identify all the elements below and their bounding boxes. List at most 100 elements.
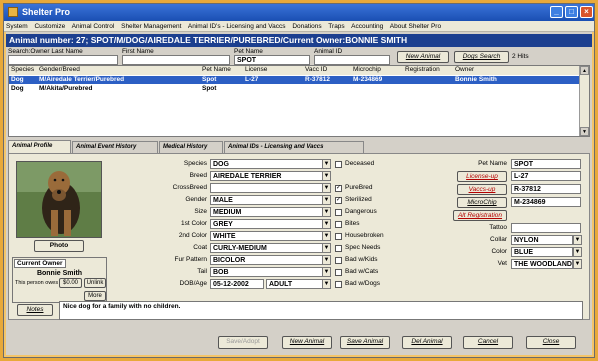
table-row[interactable]: Dog M/Airedale Terrier/Purebred Spot L-2… (9, 76, 579, 84)
vet-dropdown-icon[interactable]: ▼ (573, 259, 582, 269)
first-name-input[interactable] (122, 55, 230, 65)
maximize-button[interactable]: □ (565, 6, 578, 18)
collar-color-label: Color (491, 248, 507, 255)
housebroken-checkbox[interactable] (335, 233, 342, 240)
deceased-checkbox[interactable] (335, 161, 342, 168)
license-up-button[interactable]: License-up (457, 171, 507, 182)
sterilized-checkbox[interactable]: ✓ (335, 197, 342, 204)
menu-donations[interactable]: Donations (292, 23, 321, 30)
gender-dropdown-icon[interactable]: ▼ (322, 195, 331, 205)
color2-select[interactable]: WHITE (210, 231, 323, 241)
breed-dropdown-icon[interactable]: ▼ (322, 171, 331, 181)
breed-select[interactable]: AIREDALE TERRIER (210, 171, 323, 181)
menu-system[interactable]: System (6, 23, 28, 30)
dogs-search-button[interactable]: Dogs Search (454, 51, 509, 63)
species-dropdown-icon[interactable]: ▼ (322, 159, 331, 169)
crossbreed-dropdown-icon[interactable]: ▼ (322, 183, 331, 193)
tail-select[interactable]: BOB (210, 267, 323, 277)
cell-species: Dog (11, 76, 24, 83)
dob-age-label: DOB/Age (179, 280, 207, 287)
alt-registration-button[interactable]: Alt Registration (453, 210, 507, 221)
cell-gender-breed: M/Airedale Terrier/Purebred (39, 76, 125, 83)
owes-amount-button[interactable]: $0.00 (59, 278, 82, 288)
color2-dropdown-icon[interactable]: ▼ (322, 231, 331, 241)
photo-button[interactable]: Photo (34, 240, 84, 252)
collar-color-dropdown-icon[interactable]: ▼ (573, 247, 582, 257)
purebred-checkbox[interactable]: ✓ (335, 185, 342, 192)
tab-animal-event-history[interactable]: Animal Event History (72, 141, 158, 153)
owner-more-button[interactable]: More (84, 291, 106, 301)
scroll-down-icon[interactable]: ▼ (580, 127, 589, 136)
fur-pattern-select[interactable]: BICOLOR (210, 255, 323, 265)
pet-name-search-input[interactable]: SPOT (234, 55, 310, 65)
dob-input[interactable]: 05-12-2002 (210, 279, 264, 289)
vet-select[interactable]: THE WOODLANDS VE (511, 259, 573, 269)
owes-label: This person owes us (15, 280, 66, 286)
tab-medical-history[interactable]: Medical History (159, 141, 223, 153)
vaccs-up-button[interactable]: Vaccs-up (457, 184, 507, 195)
bites-checkbox[interactable] (335, 221, 342, 228)
spec-needs-checkbox[interactable] (335, 245, 342, 252)
menu-shelter-management[interactable]: Shelter Management (121, 23, 181, 30)
owner-last-name-input[interactable] (8, 55, 118, 65)
color1-select[interactable]: GREY (210, 219, 323, 229)
owner-name: Bonnie Smith (36, 270, 83, 277)
animal-id-input[interactable] (314, 55, 390, 65)
collar-color-select[interactable]: BLUE (511, 247, 573, 257)
minimize-button[interactable]: _ (550, 6, 563, 18)
results-scrollbar[interactable]: ▲ ▼ (579, 66, 589, 136)
menu-traps[interactable]: Traps (328, 23, 344, 30)
bad-w-cats-checkbox[interactable] (335, 269, 342, 276)
notes-textarea[interactable]: Nice dog for a family with no children. (59, 301, 583, 320)
table-row[interactable]: Dog M/Akita/Purebred Spot (9, 85, 579, 93)
age-dropdown-icon[interactable]: ▼ (322, 279, 331, 289)
collar-dropdown-icon[interactable]: ▼ (573, 235, 582, 245)
fur-pattern-dropdown-icon[interactable]: ▼ (322, 255, 331, 265)
cancel-button[interactable]: Cancel (463, 336, 513, 349)
menu-customize[interactable]: Customize (34, 23, 65, 30)
del-animal-button[interactable]: Del Animal (402, 336, 452, 349)
microchip-input[interactable]: M-234869 (511, 197, 581, 207)
vaccs-input[interactable]: R-37812 (511, 184, 581, 194)
gender-select[interactable]: MALE (210, 195, 323, 205)
menu-about[interactable]: About Shelter Pro (390, 23, 441, 30)
menu-animal-ids[interactable]: Animal ID's - Licensing and Vaccs (188, 23, 286, 30)
bad-w-dogs-checkbox[interactable] (335, 281, 342, 288)
right-pet-name-input[interactable]: SPOT (511, 159, 581, 169)
menu-animal-control[interactable]: Animal Control (72, 23, 115, 30)
bad-w-kids-checkbox[interactable] (335, 257, 342, 264)
tab-animal-ids[interactable]: Animal IDs - Licensing and Vaccs (224, 141, 364, 153)
age-select[interactable]: ADULT (266, 279, 323, 289)
new-animal-button[interactable]: New Animal (282, 336, 332, 349)
microchip-button[interactable]: MicroChip (457, 197, 507, 208)
close-button[interactable]: Close (526, 336, 576, 349)
save-adopt-button[interactable]: Save/Adopt (218, 336, 268, 349)
dangerous-checkbox[interactable] (335, 209, 342, 216)
crossbreed-select[interactable] (210, 183, 323, 193)
tattoo-label: Tattoo (489, 224, 507, 231)
coat-select[interactable]: CURLY-MEDIUM (210, 243, 323, 253)
notes-button[interactable]: Notes (17, 304, 53, 316)
coat-dropdown-icon[interactable]: ▼ (322, 243, 331, 253)
tab-animal-profile[interactable]: Animal Profile (8, 140, 71, 153)
color1-dropdown-icon[interactable]: ▼ (322, 219, 331, 229)
save-animal-button[interactable]: Save Animal (340, 336, 390, 349)
animal-header: Animal number: 27; SPOT/M/DOG/AIREDALE T… (6, 34, 592, 47)
species-select[interactable]: DOG (210, 159, 323, 169)
tail-dropdown-icon[interactable]: ▼ (322, 267, 331, 277)
gender-label: Gender (185, 196, 207, 203)
close-window-button[interactable]: × (580, 6, 593, 18)
scroll-up-icon[interactable]: ▲ (580, 66, 589, 75)
menu-accounting[interactable]: Accounting (351, 23, 383, 30)
collar-select[interactable]: NYLON (511, 235, 573, 245)
tattoo-input[interactable] (511, 223, 581, 233)
bites-label: Bites (345, 220, 360, 227)
size-select[interactable]: MEDIUM (210, 207, 323, 217)
size-dropdown-icon[interactable]: ▼ (322, 207, 331, 217)
housebroken-label: Housebroken (345, 232, 384, 239)
new-animal-search-button[interactable]: New Animal (397, 51, 449, 63)
table-header: Species Gender/Breed Pet Name License Va… (9, 66, 579, 75)
cell-pet-name: Spot (202, 76, 217, 83)
owner-unlink-button[interactable]: Unlink (84, 278, 106, 288)
license-input[interactable]: L-27 (511, 171, 581, 181)
